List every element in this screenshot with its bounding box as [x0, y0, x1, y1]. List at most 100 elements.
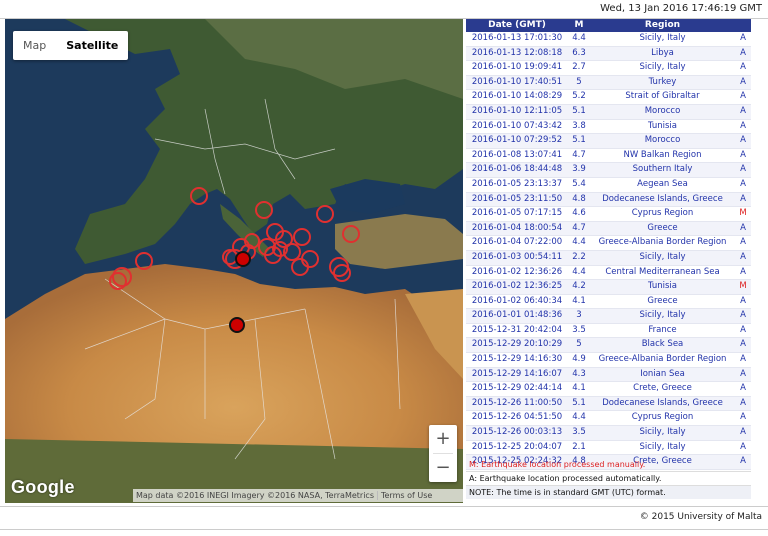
table-row[interactable]: 2016-01-10 19:09:41 2.7 Sicily, Italy A: [466, 61, 751, 76]
date-cell: 2016-01-02 06:40:34: [471, 295, 563, 306]
region-cell: Sicily, Italy: [639, 310, 686, 321]
table-row[interactable]: 2016-01-06 18:44:48 3.9 Southern Italy A: [466, 163, 751, 178]
zoom-control: + −: [429, 425, 457, 482]
earthquake-marker[interactable]: [109, 272, 127, 290]
magnitude-cell: 4.1: [572, 383, 586, 394]
magnitude-header: M: [574, 20, 584, 30]
terms-of-use-link[interactable]: Terms of Use: [376, 491, 435, 500]
table-row[interactable]: 2015-12-25 20:04:07 2.1 Sicily, Italy A: [466, 441, 751, 456]
region-cell: Sicily, Italy: [639, 251, 686, 262]
table-row[interactable]: 2016-01-02 12:36:26 4.4 Central Mediterran…: [466, 266, 751, 281]
table-row[interactable]: 2016-01-10 12:11:05 5.1 Morocco A: [466, 104, 751, 120]
magnitude-cell: 5.2: [572, 91, 586, 102]
table-row[interactable]: 2015-12-29 14:16:30 4.9 Greece-Albania Bor…: [466, 353, 751, 368]
magnitude-cell: 4.4: [572, 237, 586, 248]
earthquake-marker[interactable]: [329, 257, 349, 277]
magnitude-cell: 4.4: [572, 412, 586, 423]
magnitude-cell: 4.4: [572, 33, 586, 43]
map-type-control: Map Satellite: [13, 31, 129, 60]
table-row[interactable]: 2015-12-26 11:00:50 5.1 Dodecanese Islands…: [466, 396, 751, 412]
date-cell: 2016-01-10 14:08:29: [471, 91, 563, 102]
type-cell: A: [740, 412, 746, 423]
earthquake-marker[interactable]: [291, 258, 309, 276]
type-cell: A: [740, 354, 746, 365]
table-row[interactable]: 2015-12-29 14:16:07 4.3 Ionian Sea A: [466, 367, 751, 383]
zoom-out-button[interactable]: −: [429, 454, 457, 482]
highlighted-marker[interactable]: [229, 317, 245, 333]
table-row[interactable]: 2015-12-26 04:51:50 4.4 Cyprus Region A: [466, 411, 751, 427]
table-row[interactable]: 2016-01-10 17:40:51 5 Turkey A: [466, 75, 751, 91]
earthquake-marker[interactable]: [333, 264, 351, 282]
type-cell: A: [740, 164, 746, 175]
region-cell: Sicily, Italy: [639, 62, 686, 73]
magnitude-cell: 2.2: [572, 251, 586, 262]
earthquake-marker[interactable]: [342, 225, 360, 243]
date-cell: 2016-01-04 07:22:00: [471, 237, 563, 248]
map-type-satellite-button[interactable]: Satellite: [56, 31, 128, 60]
table-header: Date (GMT) M Region: [466, 19, 751, 32]
table-row[interactable]: 2016-01-02 12:36:25 4.2 Tunisia M: [466, 280, 751, 295]
date-cell: 2016-01-05 23:11:50: [471, 193, 563, 204]
time-note: NOTE: The time is in standard GMT (UTC) …: [466, 485, 751, 499]
earthquake-marker[interactable]: [301, 250, 319, 268]
current-time: Wed, 13 Jan 2016 17:46:19 GMT: [600, 3, 762, 14]
table-row[interactable]: 2016-01-13 17:01:30 4.4 Sicily, Italy A: [466, 32, 751, 47]
earthquake-marker[interactable]: [190, 187, 208, 205]
region-cell: France: [648, 324, 677, 335]
table-row[interactable]: 2016-01-01 01:48:36 3 Sicily, Italy A: [466, 309, 751, 324]
table-row[interactable]: 2016-01-10 14:08:29 5.2 Strait of Gibralta…: [466, 90, 751, 105]
magnitude-cell: 4.6: [572, 208, 586, 219]
earthquake-map[interactable]: Map Satellite + − Google Map data ©2016 …: [5, 19, 463, 503]
google-logo: Google: [11, 477, 75, 497]
region-cell: Ionian Sea: [640, 368, 685, 379]
magnitude-cell: 5.1: [572, 105, 586, 116]
type-cell: A: [740, 237, 746, 248]
magnitude-cell: 4.7: [572, 222, 586, 233]
magnitude-cell: 4.3: [572, 368, 586, 379]
region-cell: Sicily, Italy: [639, 441, 686, 452]
table-row[interactable]: 2015-12-31 20:42:04 3.5 France A: [466, 324, 751, 339]
table-row[interactable]: 2016-01-13 12:08:18 6.3 Libya A: [466, 46, 751, 62]
table-row[interactable]: 2015-12-29 20:10:29 5 Black Sea A: [466, 338, 751, 354]
region-cell: NW Balkan Region: [623, 149, 702, 160]
table-row[interactable]: 2015-12-29 02:44:14 4.1 Crete, Greece A: [466, 382, 751, 397]
table-row[interactable]: 2016-01-04 18:00:54 4.7 Greece A: [466, 221, 751, 237]
region-cell: Strait of Gibraltar: [625, 91, 700, 102]
region-cell: Tunisia: [647, 120, 678, 131]
magnitude-cell: 3.8: [572, 120, 586, 131]
zoom-in-button[interactable]: +: [429, 425, 457, 453]
highlighted-marker[interactable]: [235, 251, 251, 267]
region-cell: Turkey: [648, 76, 677, 87]
region-cell: Dodecanese Islands, Greece: [602, 193, 723, 204]
table-row[interactable]: 2016-01-05 07:17:15 4.6 Cyprus Region M: [466, 207, 751, 222]
earthquake-marker[interactable]: [255, 201, 273, 219]
magnitude-cell: 5.1: [572, 397, 586, 408]
table-row[interactable]: 2016-01-03 00:54:11 2.2 Sicily, Italy A: [466, 250, 751, 266]
table-row[interactable]: 2016-01-10 07:29:52 5.1 Morocco A: [466, 134, 751, 149]
table-body: 2016-01-13 17:01:30 4.4 Sicily, Italy A 2016…: [466, 32, 751, 470]
magnitude-cell: 3.5: [572, 427, 586, 438]
type-cell: A: [740, 149, 746, 160]
type-cell: A: [740, 310, 746, 321]
table-row[interactable]: 2016-01-05 23:11:50 4.8 Dodecanese Islands…: [466, 192, 751, 208]
date-cell: 2015-12-29 14:16:30: [471, 354, 563, 365]
date-cell: 2015-12-25 20:04:07: [471, 441, 563, 452]
table-row[interactable]: 2016-01-02 06:40:34 4.1 Greece A: [466, 295, 751, 310]
type-cell: A: [740, 222, 746, 233]
date-cell: 2015-12-29 14:16:07: [471, 368, 563, 379]
earthquake-marker[interactable]: [112, 267, 132, 287]
magnitude-cell: 6.3: [572, 47, 586, 58]
date-cell: 2016-01-10 07:43:42: [471, 120, 563, 131]
table-row[interactable]: 2016-01-05 23:13:37 5.4 Aegean Sea A: [466, 178, 751, 193]
region-header: Region: [644, 20, 681, 30]
earthquake-marker[interactable]: [316, 205, 334, 223]
region-cell: Cyprus Region: [631, 412, 694, 423]
table-row[interactable]: 2015-12-26 00:03:13 3.5 Sicily, Italy A: [466, 426, 751, 441]
type-cell: A: [740, 266, 746, 277]
table-row[interactable]: 2016-01-10 07:43:42 3.8 Tunisia A: [466, 120, 751, 135]
earthquake-marker[interactable]: [135, 252, 153, 270]
map-type-map-button[interactable]: Map: [13, 31, 56, 60]
table-row[interactable]: 2016-01-08 13:07:41 4.7 NW Balkan Region A: [466, 149, 751, 164]
earthquake-marker[interactable]: [293, 228, 311, 246]
table-row[interactable]: 2016-01-04 07:22:00 4.4 Greece-Albania Bor…: [466, 236, 751, 251]
